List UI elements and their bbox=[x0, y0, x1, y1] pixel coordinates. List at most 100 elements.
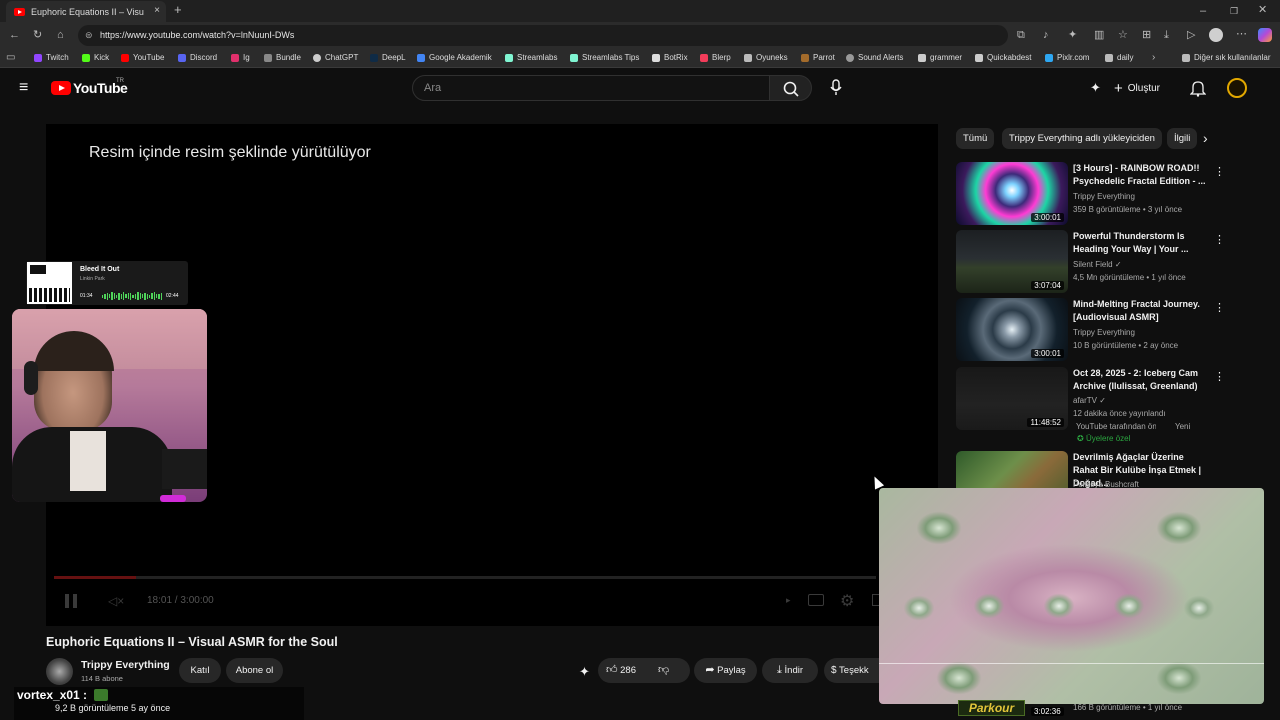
bookmark-streamlabs[interactable]: Streamlabs bbox=[505, 53, 557, 62]
bookmark-deepl[interactable]: DeepL bbox=[370, 53, 406, 62]
more-actions-icon[interactable]: ⋮ bbox=[1214, 454, 1216, 467]
more-actions-icon[interactable]: ⋮ bbox=[1214, 370, 1225, 383]
back-icon[interactable]: ← bbox=[9, 29, 20, 41]
bookmark-discord[interactable]: Discord bbox=[178, 53, 217, 62]
video-thumbnail[interactable]: 3:00:01 bbox=[956, 162, 1068, 225]
bookmark-kick[interactable]: Kick bbox=[82, 53, 109, 62]
bookmark-youtube[interactable]: YouTube bbox=[121, 53, 164, 62]
settings-gear-icon[interactable]: ⚙ bbox=[840, 591, 854, 611]
recommendation-item[interactable]: 11:48:52 Oct 28, 2025 - 2: Iceberg Cam A… bbox=[956, 367, 1225, 447]
progress-bar[interactable] bbox=[54, 576, 876, 579]
bookmark-sound-alerts[interactable]: Sound Alerts bbox=[846, 53, 903, 62]
site-info-icon[interactable]: ⊜ bbox=[85, 25, 93, 46]
thumbs-up-icon: 👍︎ bbox=[606, 664, 618, 676]
more-options-icon[interactable]: ⋯ bbox=[1236, 28, 1247, 40]
channel-name[interactable]: afarTV ✓ bbox=[1073, 396, 1106, 405]
home-icon[interactable]: ⌂ bbox=[57, 29, 64, 41]
recommendation-item[interactable]: Devrilmiş Ağaçlar Üzerine Rahat Bir Kulü… bbox=[956, 451, 1216, 489]
video-title[interactable]: [3 Hours] - RAINBOW ROAD!! Psychedelic F… bbox=[1073, 162, 1208, 188]
bookmark-daily[interactable]: daily bbox=[1105, 53, 1133, 62]
bookmark-chatgpt[interactable]: ChatGPT bbox=[313, 53, 358, 62]
hamburger-menu-icon[interactable]: ≡ bbox=[19, 79, 28, 97]
bookmark-google-akademik[interactable]: Google Akademik bbox=[417, 53, 492, 62]
recommendation-item[interactable]: 3:00:01 [3 Hours] - RAINBOW ROAD!! Psych… bbox=[956, 162, 1225, 226]
account-avatar[interactable] bbox=[1227, 78, 1247, 98]
video-title[interactable]: Oct 28, 2025 - 2: Iceberg Cam Archive (I… bbox=[1073, 367, 1208, 393]
read-aloud-icon[interactable]: ♪ bbox=[1043, 29, 1049, 41]
bookmark-bundle[interactable]: Bundle bbox=[264, 53, 301, 62]
split-screen-icon[interactable]: ▥ bbox=[1094, 29, 1104, 41]
bookmark-ig[interactable]: Ig bbox=[231, 53, 250, 62]
chips-next-icon[interactable]: › bbox=[1203, 130, 1208, 146]
recommendation-item[interactable]: 3:07:04 Powerful Thunderstorm Is Heading… bbox=[956, 230, 1225, 294]
download-button[interactable]: ⤓ İndir bbox=[762, 658, 818, 683]
more-actions-icon[interactable]: ⋮ bbox=[1214, 301, 1225, 314]
notifications-button[interactable] bbox=[1189, 79, 1207, 102]
pause-button[interactable] bbox=[64, 593, 78, 609]
bookmark-pixlr[interactable]: Pixlr.com bbox=[1045, 53, 1089, 62]
channel-name[interactable]: Trippy Everything bbox=[1073, 328, 1135, 337]
close-tab-icon[interactable]: × bbox=[154, 5, 160, 16]
puzzle-icon[interactable]: ✦ bbox=[1068, 29, 1077, 41]
url-field[interactable]: ⊜ https://www.youtube.com/watch?v=lnNuun… bbox=[78, 25, 1008, 46]
recommendation-item[interactable]: 3:00:01 Mind-Melting Fractal Journey. [A… bbox=[956, 298, 1225, 362]
picture-in-picture-window[interactable] bbox=[879, 488, 1264, 704]
collections-icon[interactable]: ⊞ bbox=[1142, 29, 1151, 41]
search-button[interactable] bbox=[769, 75, 812, 101]
close-window-icon[interactable]: ✕ bbox=[1258, 4, 1267, 16]
voice-search-button[interactable] bbox=[828, 78, 844, 103]
autoplay-icon[interactable]: ▸ bbox=[786, 595, 791, 606]
more-actions-icon[interactable]: ⋮ bbox=[1214, 165, 1225, 178]
subtitles-icon[interactable] bbox=[808, 594, 824, 606]
bookmark-quickabdest[interactable]: Quickabdest bbox=[975, 53, 1031, 62]
video-title[interactable]: Mind-Melting Fractal Journey. [Audiovisu… bbox=[1073, 298, 1208, 324]
bookmark-other-favorites[interactable]: Diğer sık kullanılanlar bbox=[1182, 53, 1270, 62]
chip-all[interactable]: Tümü bbox=[956, 128, 995, 149]
video-title[interactable]: Powerful Thunderstorm Is Heading Your Wa… bbox=[1073, 230, 1208, 256]
join-button[interactable]: Katıl bbox=[179, 658, 221, 683]
copilot-icon[interactable] bbox=[1258, 28, 1272, 42]
thanks-button[interactable]: $ Teşekk bbox=[824, 658, 879, 683]
bookmark-oyuneks[interactable]: Oyuneks bbox=[744, 53, 788, 62]
restore-icon[interactable]: ❐ bbox=[1230, 5, 1238, 17]
now-playing-title: Bleed It Out bbox=[80, 266, 120, 273]
chip-related[interactable]: İlgili bbox=[1167, 128, 1197, 149]
downloads-icon[interactable]: ⤓ bbox=[1164, 29, 1169, 41]
more-actions-icon[interactable]: ⋮ bbox=[1214, 233, 1225, 246]
bookmark-grammer[interactable]: grammer bbox=[918, 53, 962, 62]
like-button[interactable]: 👍︎ 286 bbox=[606, 664, 636, 676]
share-button[interactable]: ➦ Paylaş bbox=[694, 658, 757, 683]
bookmark-blerp[interactable]: Blerp bbox=[700, 53, 731, 62]
search-input[interactable]: Ara bbox=[412, 75, 770, 101]
video-thumbnail[interactable]: 3:00:01 bbox=[956, 298, 1068, 361]
subscribe-button[interactable]: Abone ol bbox=[226, 658, 283, 683]
extensions-icon[interactable]: ⧉ bbox=[1017, 29, 1025, 41]
share-browser-icon[interactable]: ▷ bbox=[1187, 29, 1195, 41]
reload-icon[interactable]: ↻ bbox=[33, 29, 42, 41]
channel-name[interactable]: Silent Field ✓ bbox=[1073, 260, 1122, 269]
bookmark-botrix[interactable]: BotRix bbox=[652, 53, 688, 62]
youtube-logo-icon[interactable] bbox=[51, 81, 71, 95]
extension-tipping-icon[interactable]: ✦ bbox=[1090, 80, 1101, 96]
bookmarks-menu-icon[interactable]: ▭ bbox=[6, 52, 15, 64]
bookmark-streamlabs-tips[interactable]: Streamlabs Tips bbox=[570, 53, 639, 62]
mute-icon[interactable]: ◁× bbox=[108, 594, 124, 608]
browser-tab[interactable]: Euphoric Equations II – Visu × bbox=[6, 1, 166, 22]
bookmark-parrot[interactable]: Parrot bbox=[801, 53, 835, 62]
video-thumbnail[interactable] bbox=[956, 451, 1068, 489]
bookmark-twitch[interactable]: Twitch bbox=[34, 53, 69, 62]
new-tab-icon[interactable]: + bbox=[174, 3, 182, 16]
tip-extension-icon[interactable]: ✦ bbox=[579, 664, 590, 680]
favorites-icon[interactable]: ☆ bbox=[1118, 29, 1128, 41]
channel-name[interactable]: Trippy Everything bbox=[81, 659, 170, 671]
create-button[interactable]: + Oluştur bbox=[1114, 77, 1160, 99]
channel-avatar[interactable] bbox=[46, 658, 73, 685]
video-thumbnail[interactable]: 11:48:52 bbox=[956, 367, 1068, 430]
profile-avatar[interactable] bbox=[1209, 28, 1223, 42]
minimize-icon[interactable]: – bbox=[1200, 5, 1206, 17]
video-thumbnail[interactable]: 3:07:04 bbox=[956, 230, 1068, 293]
dislike-button[interactable]: 👎︎ bbox=[658, 658, 669, 683]
channel-name[interactable]: Trippy Everything bbox=[1073, 192, 1135, 201]
bookmarks-overflow-icon[interactable]: › bbox=[1152, 52, 1155, 64]
chip-from-uploader[interactable]: Trippy Everything adlı yükleyiciden bbox=[1002, 128, 1162, 149]
